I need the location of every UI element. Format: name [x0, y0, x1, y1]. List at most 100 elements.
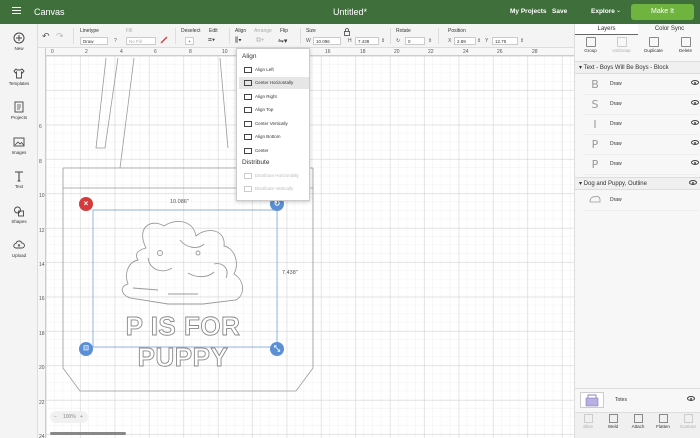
- eye-off-icon[interactable]: [691, 160, 699, 167]
- eye-icon[interactable]: [687, 396, 695, 403]
- eye-icon[interactable]: [691, 80, 699, 87]
- delete-handle-icon[interactable]: ×: [79, 197, 93, 211]
- weld-icon: [608, 414, 618, 423]
- delete-button[interactable]: Delete: [670, 36, 700, 53]
- align-left-item[interactable]: Align Left: [239, 64, 309, 76]
- size-h-label: H: [348, 38, 352, 44]
- weld-button[interactable]: Weld: [600, 414, 626, 429]
- divider: [438, 28, 439, 44]
- sidebar-item-text[interactable]: Text: [0, 170, 38, 189]
- sidebar-item-templates[interactable]: Templates: [0, 67, 38, 86]
- rotate-icon: ↻: [396, 38, 401, 44]
- menu-item-label: Align Bottom: [255, 134, 281, 139]
- position-y-input[interactable]: 12.75: [492, 37, 518, 45]
- rotate-input[interactable]: 0: [405, 37, 425, 45]
- layer-row[interactable]: P Draw: [583, 135, 699, 155]
- ruler-tick-label: 12: [39, 228, 45, 234]
- sidebar-item-label: Images: [11, 150, 27, 155]
- chevron-down-icon: ⌄: [616, 8, 622, 14]
- arrange-label: Arrange: [254, 28, 272, 34]
- text-icon: [15, 171, 23, 182]
- sidebar-item-images[interactable]: Images: [0, 136, 38, 155]
- layer-row[interactable]: B Draw: [583, 75, 699, 95]
- stepper-icon[interactable]: ⇕: [428, 38, 432, 44]
- zoom-in-icon[interactable]: +: [80, 411, 83, 423]
- explore-link[interactable]: Explore: [591, 8, 615, 15]
- slice-button[interactable]: Slice: [575, 414, 601, 429]
- fill-label: Fill: [126, 28, 133, 34]
- redo-icon[interactable]: ↷: [56, 31, 64, 42]
- lock-icon[interactable]: [344, 28, 350, 38]
- horizontal-scrollbar[interactable]: [50, 432, 126, 435]
- layer-thumbnail: B: [591, 78, 599, 91]
- eye-icon[interactable]: [691, 120, 699, 127]
- resize-handle-icon[interactable]: ⤡: [270, 342, 284, 356]
- projects-icon: [14, 101, 24, 113]
- menu-item-label: Distribute Vertically: [255, 186, 294, 191]
- layer-row[interactable]: P Draw: [583, 155, 699, 175]
- align-bottom-item[interactable]: Align Bottom: [239, 131, 309, 143]
- layer-row[interactable]: Draw: [583, 191, 699, 211]
- lock-handle-icon[interactable]: ⊡: [79, 342, 93, 356]
- sidebar-item-upload[interactable]: Upload: [0, 239, 38, 258]
- sidebar-item-shapes[interactable]: Shapes: [0, 205, 38, 224]
- stepper-icon[interactable]: ⇕: [520, 38, 524, 44]
- base-layer-row[interactable]: Totes: [575, 388, 700, 410]
- shirt-icon: [13, 68, 25, 79]
- tab-color-sync[interactable]: Color Sync: [638, 24, 700, 35]
- stepper-icon[interactable]: ⇕: [477, 38, 481, 44]
- tab-layers[interactable]: Layers: [575, 24, 638, 35]
- zoom-control[interactable]: − 100% +: [50, 411, 88, 423]
- layer-name: Draw: [610, 121, 622, 127]
- eye-icon[interactable]: [689, 178, 697, 191]
- ungroup-button[interactable]: UnGroup: [606, 36, 637, 53]
- duplicate-button[interactable]: Duplicate: [638, 36, 669, 53]
- attach-button[interactable]: Attach: [625, 414, 651, 429]
- size-h-input[interactable]: 7.438: [355, 37, 379, 45]
- left-sidebar: New Templates Projects Images Text Shape…: [0, 24, 38, 438]
- linetype-select[interactable]: Draw: [80, 37, 108, 45]
- save-button[interactable]: Save: [552, 8, 567, 15]
- align-dropdown-icon[interactable]: ⫼▾: [235, 37, 242, 45]
- center-horizontally-item[interactable]: Center Horizontally: [239, 77, 309, 89]
- ruler-tick-label: 24: [39, 434, 45, 438]
- layer-group-dog[interactable]: ▾ Dog and Puppy, Outline: [575, 177, 700, 190]
- distribute-horizontally-item[interactable]: Distribute Horizontally: [239, 170, 309, 182]
- center-item[interactable]: Center: [239, 145, 309, 157]
- flatten-icon: [658, 414, 668, 423]
- ruler-tick-label: 22: [428, 49, 434, 55]
- zoom-out-icon[interactable]: −: [54, 411, 57, 423]
- fill-select[interactable]: No Fill: [126, 37, 156, 45]
- contour-button[interactable]: Contour: [675, 414, 700, 429]
- eye-icon[interactable]: [691, 140, 699, 147]
- sidebar-item-projects[interactable]: Projects: [0, 101, 38, 120]
- help-icon[interactable]: ?: [114, 38, 117, 44]
- undo-icon[interactable]: ↶: [42, 31, 50, 42]
- pen-color-icon[interactable]: [160, 36, 168, 44]
- my-projects-link[interactable]: My Projects: [510, 8, 547, 15]
- layer-row[interactable]: S Draw: [583, 95, 699, 115]
- eye-icon[interactable]: [691, 100, 699, 107]
- center-vertically-item[interactable]: Center Vertically: [239, 118, 309, 130]
- puppy-text[interactable]: P IS FOR PUPPY: [94, 311, 272, 373]
- duplicate-icon: [648, 37, 659, 47]
- edit-dropdown-icon[interactable]: ⌗▾: [208, 37, 215, 45]
- menu-item-label: Center Vertically: [255, 121, 288, 126]
- sidebar-item-new[interactable]: New: [0, 32, 38, 51]
- align-right-item[interactable]: Align Right: [239, 91, 309, 103]
- deselect-button[interactable]: +: [185, 37, 194, 45]
- make-it-button[interactable]: Make It: [631, 4, 694, 20]
- flip-dropdown-icon[interactable]: ⇋▾: [278, 37, 287, 45]
- stepper-icon[interactable]: ⇕: [381, 38, 385, 44]
- layer-row[interactable]: I Draw: [583, 115, 699, 135]
- align-top-item[interactable]: Align Top: [239, 104, 309, 116]
- group-button[interactable]: Group: [575, 36, 606, 53]
- align-top-icon: [244, 107, 252, 113]
- size-w-input[interactable]: 10.086: [313, 37, 341, 45]
- position-x-input[interactable]: 2.89: [454, 37, 476, 45]
- flatten-button[interactable]: Flatten: [650, 414, 676, 429]
- layer-group-text[interactable]: ▾ Text - Boys Will Be Boys - Block: [575, 61, 700, 74]
- distribute-vertically-item[interactable]: Distribute Vertically: [239, 183, 309, 195]
- arrange-dropdown-icon[interactable]: ⧉▾: [256, 37, 264, 45]
- align-menu-header: Align: [242, 53, 257, 60]
